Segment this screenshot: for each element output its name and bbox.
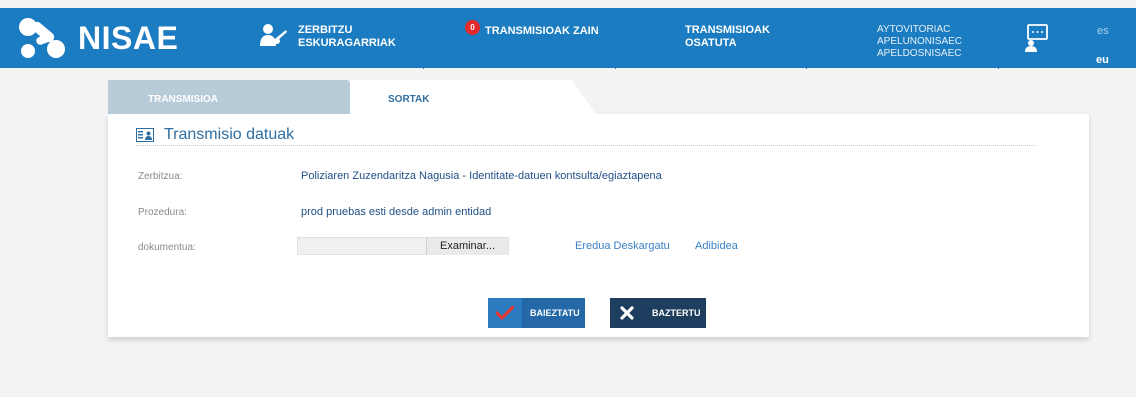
example-link[interactable]: Adibidea: [695, 240, 738, 252]
nav-divider: [806, 60, 807, 69]
chat-icon[interactable]: [1025, 24, 1049, 52]
document-label: dokumentua:: [138, 242, 196, 253]
services-icon: [260, 24, 287, 46]
reject-button[interactable]: BAZTERTU: [610, 298, 706, 328]
pending-count-badge: 0: [465, 20, 480, 35]
lang-es-link[interactable]: es: [1097, 25, 1109, 37]
download-template-link[interactable]: Eredua Deskargatu: [575, 240, 670, 252]
card-header: Transmisio datuak: [136, 124, 1036, 146]
user-line: APELUNONISAEC: [877, 36, 963, 47]
user-line: AYTOVITORIAC: [877, 24, 951, 35]
logo-icon: [19, 18, 65, 58]
browse-button[interactable]: Examinar...: [426, 238, 508, 255]
user-line: APELDOSNISAEC: [877, 48, 962, 59]
user-info[interactable]: AYTOVITORIAC APELUNONISAEC APELDOSNISAEC: [877, 8, 987, 68]
lang-eu-link[interactable]: eu: [1096, 54, 1109, 66]
nav-done-label: TRANSMISIOAK OSATUTA: [685, 24, 770, 49]
nav-divider: [423, 60, 424, 69]
nav-divider: [615, 60, 616, 69]
procedure-label: Prozedura:: [138, 207, 187, 218]
transmission-card: Transmisio datuak Zerbitzua: Poliziaren …: [108, 114, 1089, 337]
reject-label: BAZTERTU: [652, 308, 701, 318]
nav-done[interactable]: TRANSMISIOAK OSATUTA: [685, 8, 805, 68]
brand-name: NISAE: [78, 19, 179, 56]
check-icon: [488, 298, 522, 328]
nav-services-label: ZERBITZU ESKURAGARRIAK: [298, 24, 396, 49]
brand-logo[interactable]: NISAE: [16, 12, 178, 64]
nav-pending[interactable]: 0 TRANSMISIOAK ZAIN: [465, 8, 615, 68]
card-title: Transmisio datuak: [164, 125, 295, 143]
procedure-value: prod pruebas esti desde admin entidad: [301, 206, 492, 218]
card-icon: [136, 127, 154, 142]
nav-pending-label: TRANSMISIOAK ZAIN: [485, 25, 599, 37]
nav-divider: [998, 60, 999, 69]
service-value: Poliziaren Zuzendaritza Nagusia - Identi…: [301, 170, 662, 182]
x-icon: [610, 298, 644, 328]
confirm-label: BAIEZTATU: [530, 308, 580, 318]
top-header: NISAE ZERBITZU ESKURAGARRIAK 0 TRANSMISI…: [0, 8, 1136, 68]
confirm-button[interactable]: BAIEZTATU: [488, 298, 585, 328]
service-label: Zerbitzua:: [138, 171, 183, 182]
nav-services[interactable]: ZERBITZU ESKURAGARRIAK: [258, 8, 423, 68]
